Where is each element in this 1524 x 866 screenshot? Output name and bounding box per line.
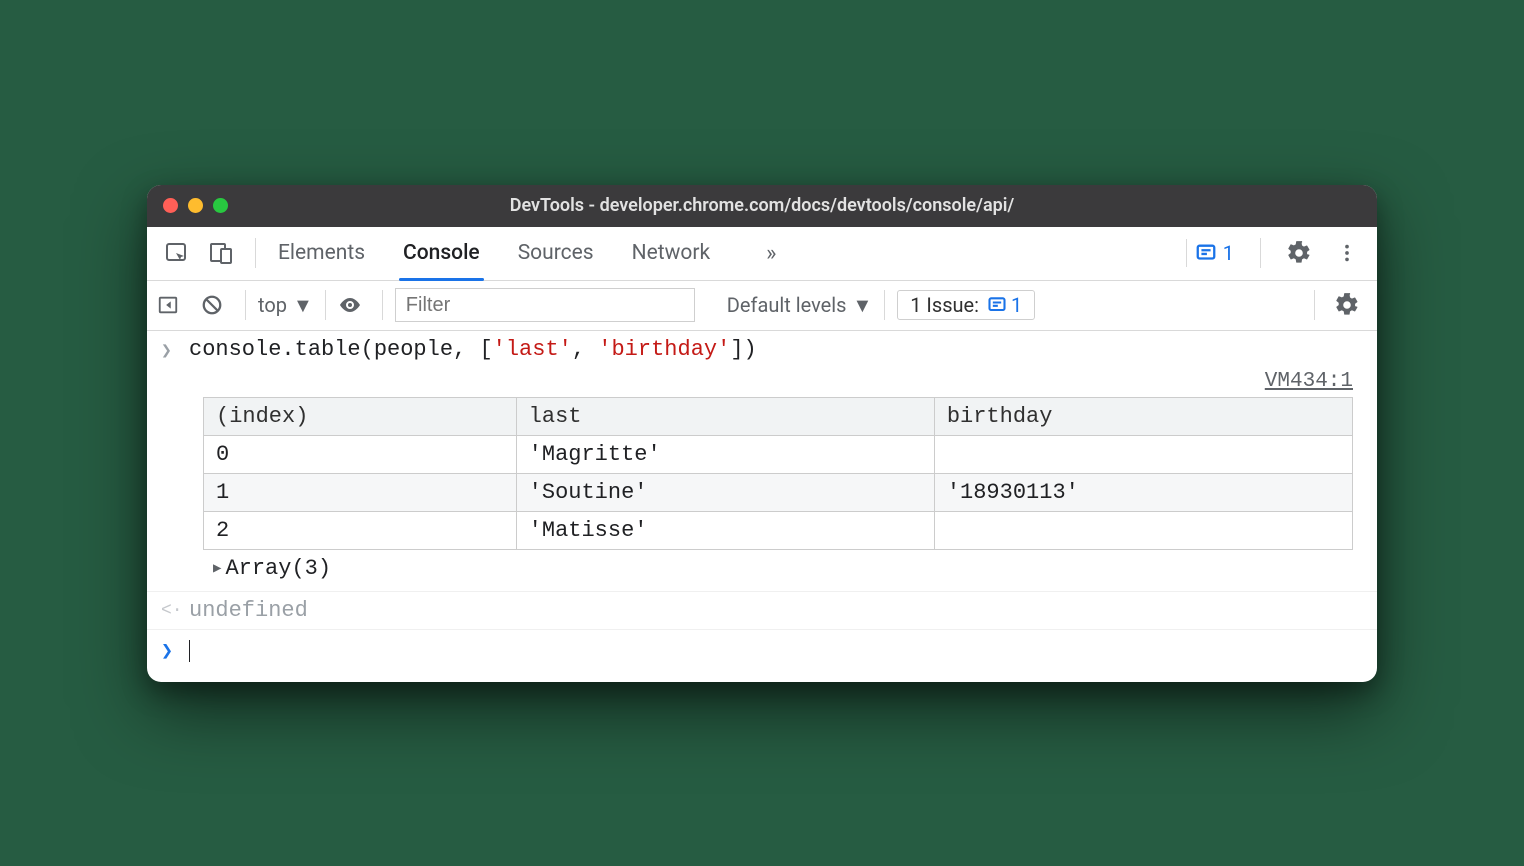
live-expression-icon[interactable] — [338, 293, 370, 317]
table-header-row: (index) last birthday — [204, 397, 1353, 435]
console-output: ❯ console.table(people, ['last', 'birthd… — [147, 331, 1377, 682]
console-return-row: <· undefined — [147, 591, 1377, 630]
issues-count: 1 — [1223, 241, 1234, 265]
tab-elements[interactable]: Elements — [276, 226, 367, 280]
levels-label: Default levels — [727, 293, 847, 317]
console-input-echo: ❯ console.table(people, ['last', 'birthd… — [147, 331, 1377, 368]
cell-birthday — [934, 435, 1352, 473]
cell-birthday: '18930113' — [934, 473, 1352, 511]
cell-index: 0 — [204, 435, 517, 473]
filter-input[interactable] — [395, 288, 695, 322]
cell-last: 'Magritte' — [516, 435, 934, 473]
separator — [255, 238, 256, 268]
settings-icon[interactable] — [1279, 233, 1319, 273]
issues-count: 1 — [1011, 293, 1022, 317]
execution-context-selector[interactable]: top ▼ — [258, 293, 313, 318]
more-tabs-icon[interactable]: » — [766, 241, 776, 266]
table-row: 2 'Matisse' — [204, 511, 1353, 549]
console-toolbar: top ▼ Default levels ▼ 1 Issue: 1 — [147, 281, 1377, 331]
devtools-window: DevTools - developer.chrome.com/docs/dev… — [147, 185, 1377, 682]
issues-label: 1 Issue: — [910, 293, 979, 317]
separator — [1260, 238, 1261, 268]
return-value: undefined — [189, 598, 1363, 623]
panel-tabs: Elements Console Sources Network » — [276, 226, 776, 280]
log-levels-selector[interactable]: Default levels ▼ — [727, 293, 872, 318]
separator — [1314, 290, 1315, 320]
console-table: (index) last birthday 0 'Magritte' 1 'So… — [203, 397, 1353, 550]
cell-last: 'Soutine' — [516, 473, 934, 511]
col-last[interactable]: last — [516, 397, 934, 435]
console-table-output: (index) last birthday 0 'Magritte' 1 'So… — [147, 397, 1377, 591]
prompt-chevron-icon: ❯ — [161, 638, 189, 664]
separator — [325, 290, 326, 320]
output-chevron-icon: <· — [161, 598, 189, 621]
input-chevron-icon: ❯ — [161, 337, 189, 362]
more-menu-icon[interactable] — [1327, 233, 1367, 273]
text-caret — [189, 640, 190, 662]
table-row: 0 'Magritte' — [204, 435, 1353, 473]
window-controls — [163, 198, 228, 213]
array-summary-label: Array(3) — [225, 556, 331, 581]
cell-index: 2 — [204, 511, 517, 549]
cell-index: 1 — [204, 473, 517, 511]
chevron-down-icon: ▼ — [852, 293, 872, 318]
minimize-window-button[interactable] — [188, 198, 203, 213]
logged-command: console.table(people, ['last', 'birthday… — [189, 337, 1363, 362]
tab-console[interactable]: Console — [401, 226, 482, 280]
console-prompt[interactable]: ❯ — [147, 630, 1377, 682]
separator — [382, 290, 383, 320]
tab-sources[interactable]: Sources — [516, 226, 596, 280]
toggle-sidebar-icon[interactable] — [157, 294, 189, 316]
inspect-element-icon[interactable] — [157, 233, 197, 273]
zoom-window-button[interactable] — [213, 198, 228, 213]
tab-network[interactable]: Network — [630, 226, 713, 280]
device-toolbar-icon[interactable] — [201, 233, 241, 273]
window-title: DevTools - developer.chrome.com/docs/dev… — [147, 195, 1377, 216]
source-link[interactable]: VM434:1 — [147, 368, 1377, 397]
close-window-button[interactable] — [163, 198, 178, 213]
issues-indicator[interactable]: 1 — [1186, 239, 1242, 267]
cell-last: 'Matisse' — [516, 511, 934, 549]
chevron-down-icon: ▼ — [293, 293, 313, 318]
col-birthday[interactable]: birthday — [934, 397, 1352, 435]
clear-console-icon[interactable] — [201, 294, 233, 316]
array-summary[interactable]: ▶ Array(3) — [203, 550, 1363, 581]
col-index[interactable]: (index) — [204, 397, 517, 435]
table-row: 1 'Soutine' '18930113' — [204, 473, 1353, 511]
issues-chip[interactable]: 1 Issue: 1 — [897, 290, 1035, 320]
context-label: top — [258, 293, 287, 317]
separator — [884, 290, 885, 320]
separator — [245, 290, 246, 320]
console-settings-icon[interactable] — [1327, 285, 1367, 325]
expand-triangle-icon[interactable]: ▶ — [213, 560, 221, 577]
titlebar: DevTools - developer.chrome.com/docs/dev… — [147, 185, 1377, 227]
cell-birthday — [934, 511, 1352, 549]
main-toolbar: Elements Console Sources Network » 1 — [147, 227, 1377, 281]
